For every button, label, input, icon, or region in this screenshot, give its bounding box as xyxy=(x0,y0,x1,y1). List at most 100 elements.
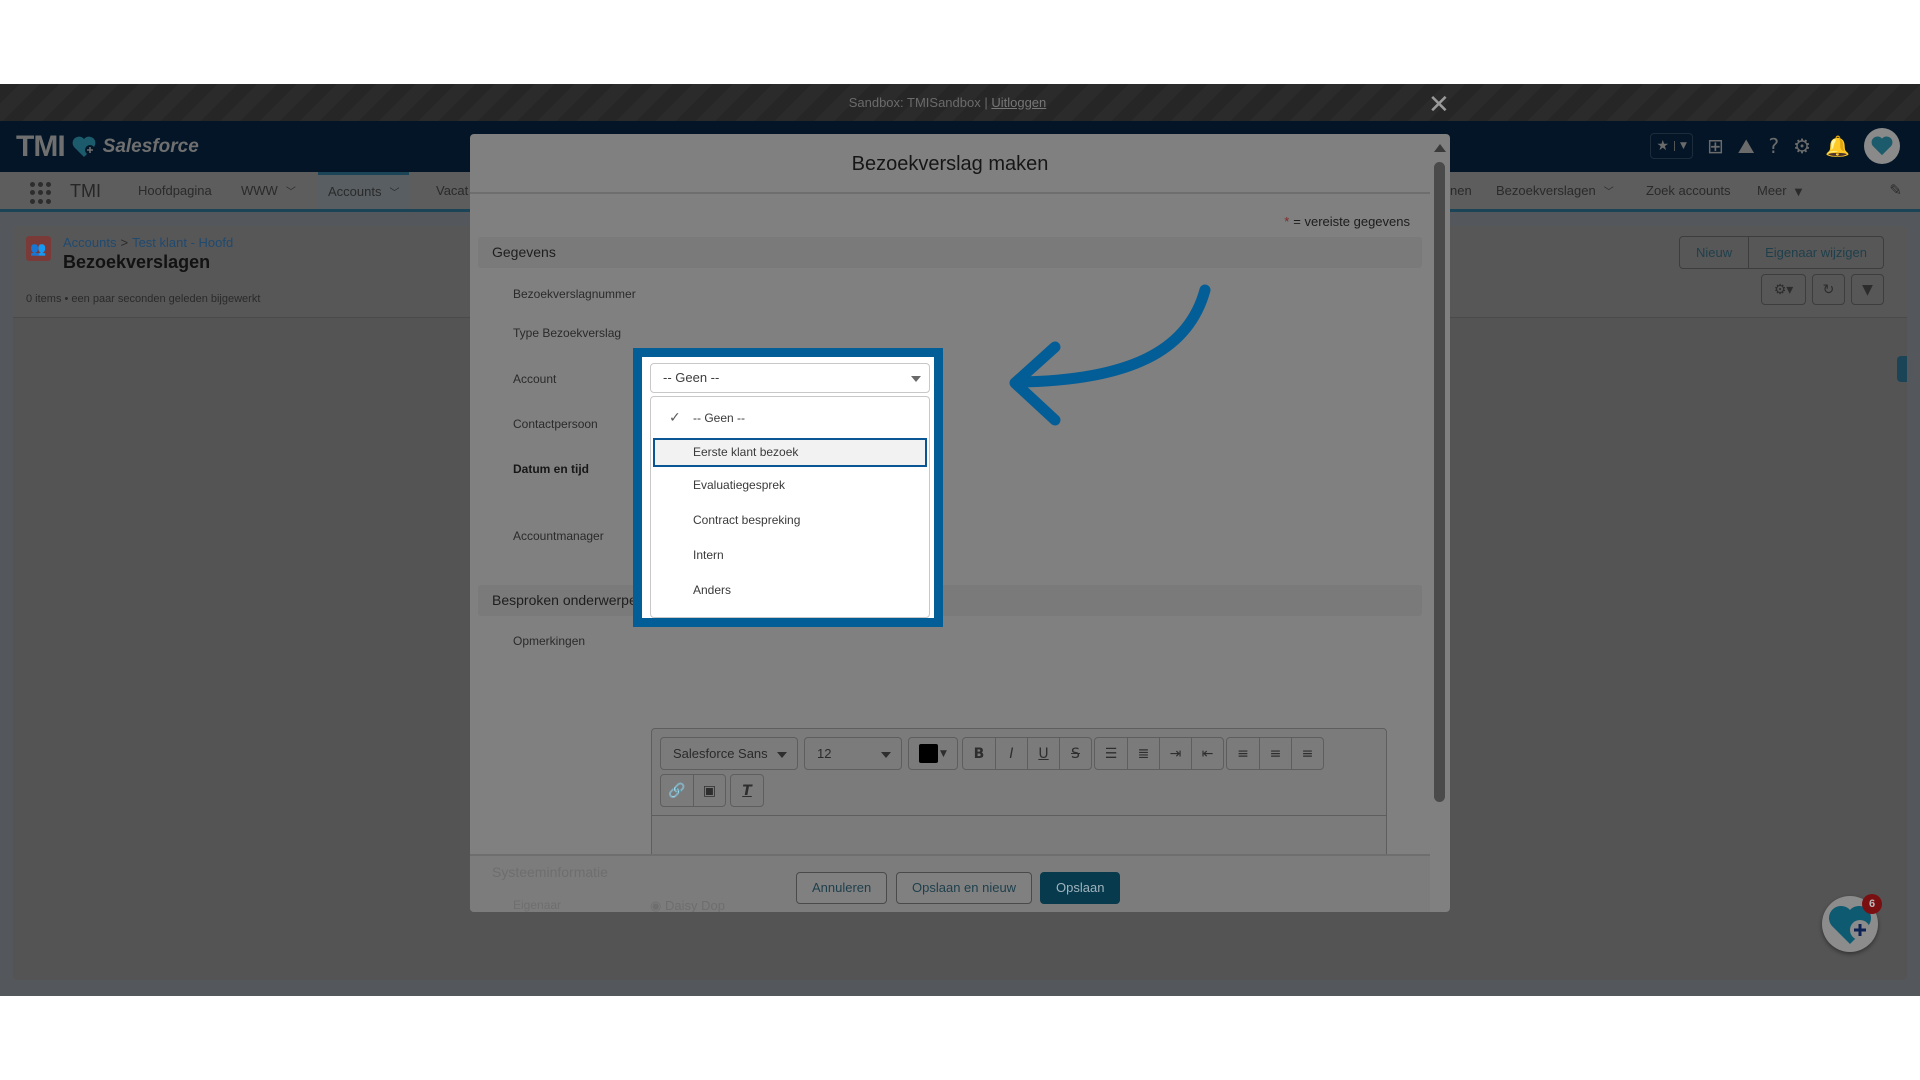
annotation-arrow-icon xyxy=(1009,284,1211,426)
align-right-icon[interactable]: ≡ xyxy=(1291,738,1323,769)
nav-item-truncated[interactable]: nen xyxy=(1450,172,1472,209)
refresh-icon: ↻ xyxy=(1822,281,1835,298)
filter-button[interactable]: ▼ xyxy=(1851,274,1884,305)
caret-down-icon xyxy=(777,752,787,758)
bold-button[interactable]: B xyxy=(963,738,995,769)
list-settings-button[interactable]: ⚙▾ xyxy=(1761,274,1806,305)
chevron-down-icon[interactable]: ﹀ xyxy=(286,187,296,198)
label-type: Type Bezoekverslag xyxy=(513,326,622,340)
strikethrough-button[interactable]: S xyxy=(1059,738,1091,769)
option-label: Eerste klant bezoek xyxy=(693,445,799,459)
gear-icon: ⚙▾ xyxy=(1773,281,1794,298)
add-icon[interactable]: ⊞ xyxy=(1707,134,1724,158)
section-details[interactable]: Gegevens xyxy=(478,237,1422,268)
gear-icon[interactable]: ⚙ xyxy=(1793,134,1811,158)
avatar[interactable] xyxy=(1864,128,1900,164)
indent-icon[interactable]: ⇥ xyxy=(1159,738,1191,769)
section-system-info: Systeeminformatie xyxy=(492,864,608,880)
chevron-down-icon[interactable]: ﹀ xyxy=(1604,187,1614,198)
color-swatch[interactable]: ▼ xyxy=(909,738,957,769)
change-owner-button[interactable]: Eigenaar wijzigen xyxy=(1748,237,1883,268)
option-intern[interactable]: Intern xyxy=(653,541,927,570)
breadcrumb: Accounts > Test klant - Hoofd xyxy=(63,235,233,250)
caret-down-icon[interactable]: ▼ xyxy=(1795,187,1803,198)
heart-logo-icon xyxy=(72,136,96,157)
option-evaluatiegesprek[interactable]: Evaluatiegesprek xyxy=(653,471,927,500)
insert-group: 🔗 ▣ xyxy=(660,774,726,807)
option-label: Intern xyxy=(693,548,724,562)
modal-scrollbar[interactable] xyxy=(1430,134,1450,912)
logout-link[interactable]: Uitloggen xyxy=(991,95,1046,110)
format-group: B I U S xyxy=(962,737,1092,770)
logo-subtext: Salesforce xyxy=(102,136,199,157)
align-center-icon[interactable]: ≡ xyxy=(1259,738,1291,769)
modal-title: Bezoekverslag maken xyxy=(470,134,1430,194)
owner-value: ◉ Daisy Dop xyxy=(650,898,725,912)
nav-item-bezoekverslagen[interactable]: Bezoekverslagen ﹀ xyxy=(1496,172,1614,209)
font-family-value: Salesforce Sans xyxy=(673,746,768,761)
nav-item-vacatures[interactable]: Vacat xyxy=(436,172,468,209)
close-icon[interactable]: ✕ xyxy=(1428,92,1450,118)
contacts-icon: 👥 xyxy=(26,236,51,261)
logo[interactable]: TMI Salesforce xyxy=(16,130,199,164)
heart-icon xyxy=(1871,136,1893,156)
nav-label: Hoofdpagina xyxy=(138,183,212,198)
sandbox-text: Sandbox: TMISandbox | Uitloggen xyxy=(0,95,1895,110)
text-color-picker[interactable]: ▼ xyxy=(908,737,958,770)
scroll-up-icon[interactable] xyxy=(1434,144,1446,152)
image-icon[interactable]: ▣ xyxy=(693,775,725,806)
breadcrumb-accounts[interactable]: Accounts xyxy=(63,235,116,250)
save-button[interactable]: Opslaan xyxy=(1040,872,1121,904)
list-group: ☰ ≣ ⇥ ⇤ xyxy=(1094,737,1224,770)
option-label: -- Geen -- xyxy=(693,411,746,425)
modal-footer: Systeeminformatie Eigenaar ◉ Daisy Dop A… xyxy=(470,854,1430,912)
chevron-down-icon[interactable]: ﹀ xyxy=(389,188,399,199)
trailhead-icon[interactable]: ⛰ xyxy=(1738,134,1755,158)
app-name: TMI xyxy=(70,181,101,201)
bell-icon[interactable]: 🔔 xyxy=(1825,134,1850,158)
cancel-button[interactable]: Annuleren xyxy=(796,872,888,904)
help-icon[interactable]: ? xyxy=(1769,134,1780,158)
outdent-icon[interactable]: ⇤ xyxy=(1191,738,1223,769)
option-label: Contract bespreking xyxy=(693,513,801,527)
nav-item-www[interactable]: WWW ﹀ xyxy=(241,172,296,209)
option-label: Evaluatiegesprek xyxy=(693,478,786,492)
edit-nav-icon[interactable]: ✎ xyxy=(1889,181,1902,199)
salesforce-window: Sandbox: TMISandbox | Uitloggen ✕ TMI Sa… xyxy=(0,84,1920,996)
new-button[interactable]: Nieuw xyxy=(1680,237,1748,268)
font-family-select[interactable]: Salesforce Sans xyxy=(660,737,798,770)
underline-button[interactable]: U xyxy=(1027,738,1059,769)
sandbox-label: Sandbox: TMISandbox | xyxy=(848,95,988,110)
bullet-list-icon[interactable]: ☰ xyxy=(1095,738,1127,769)
link-icon[interactable]: 🔗 xyxy=(661,775,693,806)
nav-label: Accounts xyxy=(328,184,382,199)
star-icon[interactable]: ★ xyxy=(1651,138,1674,154)
nav-item-meer[interactable]: Meer ▼ xyxy=(1757,172,1802,209)
option-contract-bespreking[interactable]: Contract bespreking xyxy=(653,506,927,535)
side-panel-toggle[interactable] xyxy=(1897,356,1907,382)
font-size-select[interactable]: 12 xyxy=(804,737,902,770)
option-geen[interactable]: ✓ -- Geen -- xyxy=(653,404,927,433)
header-actions: ★ ▼ ⊞ ⛰ ? ⚙ 🔔 xyxy=(1650,128,1900,164)
option-eerste-klant-bezoek[interactable]: Eerste klant bezoek xyxy=(653,438,927,467)
nav-item-hoofdpagina[interactable]: Hoofdpagina xyxy=(138,172,212,209)
numbered-list-icon[interactable]: ≣ xyxy=(1127,738,1159,769)
chevron-down-icon[interactable]: ▼ xyxy=(1674,141,1692,151)
nav-item-zoek-accounts[interactable]: Zoek accounts xyxy=(1646,172,1731,209)
save-and-new-button[interactable]: Opslaan en nieuw xyxy=(896,872,1033,904)
breadcrumb-account-record[interactable]: Test klant - Hoofd xyxy=(132,235,233,250)
app-launcher-icon[interactable] xyxy=(30,182,52,204)
italic-button[interactable]: I xyxy=(995,738,1027,769)
scroll-thumb[interactable] xyxy=(1434,162,1445,802)
nav-item-accounts[interactable]: Accounts ﹀ xyxy=(318,172,410,209)
clear-format-group: T xyxy=(730,774,764,807)
create-visit-report-modal: Bezoekverslag maken * = vereiste gegevens… xyxy=(470,134,1450,912)
favorites-button[interactable]: ★ ▼ xyxy=(1650,133,1693,159)
section-topics[interactable]: Besproken onderwerpen xyxy=(478,585,1422,616)
clear-formatting-icon[interactable]: T xyxy=(731,775,763,806)
option-anders[interactable]: Anders xyxy=(653,576,927,605)
label-contact: Contactpersoon xyxy=(513,417,598,431)
refresh-button[interactable]: ↻ xyxy=(1812,274,1845,305)
align-left-icon[interactable]: ≡ xyxy=(1227,738,1259,769)
type-select[interactable]: -- Geen -- xyxy=(650,363,930,393)
